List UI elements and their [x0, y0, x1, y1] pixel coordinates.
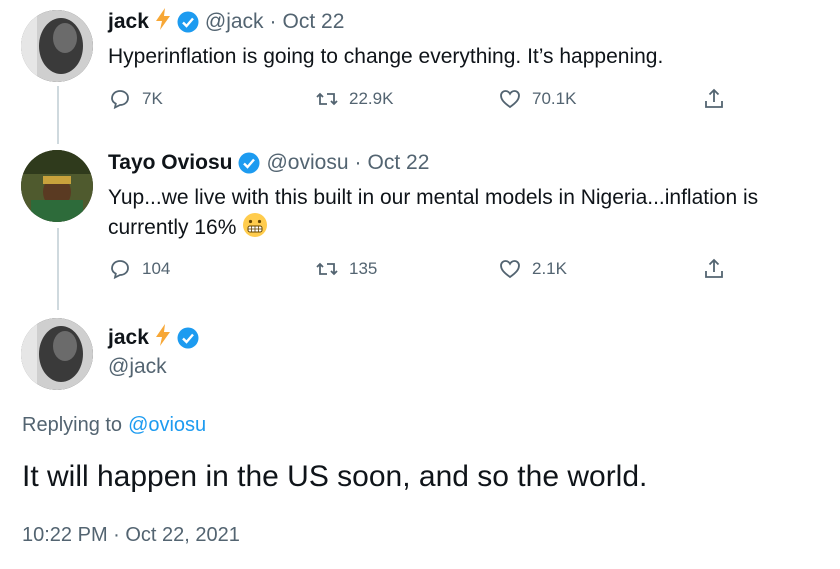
tweet1-actions: 7K 22.9K 70.1K	[108, 87, 728, 115]
like-button[interactable]: 70.1K	[498, 87, 576, 111]
tweet2-text-line1: Yup...we live with this built in our men…	[108, 186, 759, 209]
lightning-icon	[155, 324, 171, 351]
author-handle[interactable]: @jack	[205, 10, 264, 34]
author-name[interactable]: jack	[108, 10, 149, 34]
author-handle[interactable]: @oviosu	[266, 151, 348, 175]
retweet-button[interactable]: 135	[315, 257, 377, 281]
verified-icon	[238, 152, 260, 174]
tweet2-header: Tayo Oviosu @oviosu · Oct 22	[108, 151, 429, 175]
avatar-tayo[interactable]	[21, 150, 93, 222]
grimace-emoji	[242, 212, 268, 243]
reply-button[interactable]: 7K	[108, 87, 163, 111]
like-button[interactable]: 2.1K	[498, 257, 567, 281]
verified-icon	[177, 327, 199, 349]
separator-dot: ·	[269, 9, 277, 33]
reply-icon	[111, 260, 129, 280]
tweet2-actions: 104 135 2.1K	[108, 257, 728, 285]
reply-count: 104	[142, 259, 171, 278]
lightning-icon	[155, 8, 171, 35]
like-icon	[500, 90, 520, 109]
reply-button[interactable]: 104	[108, 257, 170, 281]
retweet-button[interactable]: 22.9K	[315, 87, 393, 111]
author-name[interactable]: jack	[108, 326, 149, 350]
author-name[interactable]: Tayo Oviosu	[108, 151, 232, 175]
thread-line	[57, 86, 59, 144]
author-handle[interactable]: @jack	[108, 355, 167, 379]
share-button[interactable]	[702, 257, 726, 281]
retweet-count: 135	[349, 259, 378, 278]
share-button[interactable]	[702, 87, 726, 111]
replying-to-link[interactable]: @oviosu	[128, 414, 206, 437]
tweet3-name-row: jack	[108, 324, 199, 351]
replying-to: Replying to @oviosu	[22, 414, 206, 437]
tweet1-header: jack @jack · Oct 22	[108, 8, 344, 35]
thread-line	[57, 228, 59, 310]
tweet-date[interactable]: Oct 22	[368, 151, 430, 175]
main-tweet-text: It will happen in the US soon, and so th…	[22, 460, 648, 493]
avatar-jack[interactable]	[21, 10, 93, 82]
retweet-icon	[316, 262, 338, 276]
tweet1-text: Hyperinflation is going to change everyt…	[108, 45, 664, 68]
share-icon	[705, 258, 723, 278]
share-icon	[705, 88, 723, 108]
replying-prefix: Replying to	[22, 414, 123, 436]
verified-icon	[177, 11, 199, 33]
like-count: 2.1K	[532, 259, 567, 278]
like-count: 70.1K	[532, 89, 577, 108]
tweet-date[interactable]: Oct 22	[283, 10, 345, 34]
tweet-timestamp[interactable]: 10:22 PM · Oct 22, 2021	[22, 524, 240, 547]
avatar-jack[interactable]	[21, 318, 93, 390]
tweet2-text-line2-row: currently 16%	[108, 212, 268, 243]
reply-count: 7K	[142, 89, 163, 108]
separator-dot: ·	[354, 151, 362, 174]
tweet2-text-line2: currently 16%	[108, 216, 237, 239]
reply-icon	[111, 90, 129, 110]
like-icon	[500, 260, 520, 279]
retweet-count: 22.9K	[349, 89, 394, 108]
retweet-icon	[316, 92, 338, 106]
